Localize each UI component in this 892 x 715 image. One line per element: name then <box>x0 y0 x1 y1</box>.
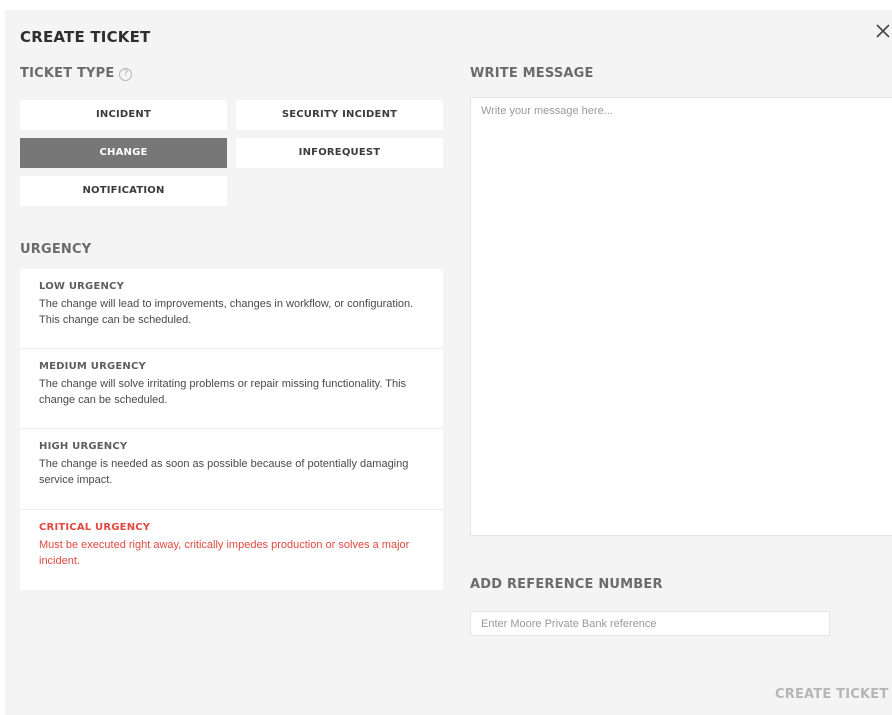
ticket-type-change[interactable]: CHANGE <box>20 138 227 168</box>
ticket-type-heading: TICKET TYPE? <box>20 66 133 81</box>
urgency-heading: URGENCY <box>20 242 92 257</box>
urgency-description: The change is needed as soon as possible… <box>39 458 409 486</box>
urgency-option-critical[interactable]: CRITICAL URGENCY Must be executed right … <box>20 510 443 590</box>
urgency-description: The change will solve irritating problem… <box>39 378 407 406</box>
reference-input[interactable] <box>470 611 830 636</box>
urgency-option-low[interactable]: LOW URGENCY The change will lead to impr… <box>20 269 443 349</box>
urgency-title: HIGH URGENCY <box>39 441 128 452</box>
urgency-option-medium[interactable]: MEDIUM URGENCY The change will solve irr… <box>20 349 443 429</box>
create-ticket-button[interactable]: CREATE TICKET <box>775 687 892 711</box>
create-ticket-modal: CREATE TICKET TICKET TYPE? INCIDENT SECU… <box>5 10 892 715</box>
ticket-type-notification[interactable]: NOTIFICATION <box>20 176 227 206</box>
close-icon[interactable] <box>874 22 892 40</box>
urgency-description: The change will lead to improvements, ch… <box>39 298 414 326</box>
message-textarea[interactable] <box>470 97 892 536</box>
ticket-type-inforequest[interactable]: INFOREQUEST <box>236 138 443 168</box>
modal-title: CREATE TICKET <box>20 28 151 46</box>
urgency-title: CRITICAL URGENCY <box>39 522 151 533</box>
help-circle-icon[interactable]: ? <box>119 68 133 81</box>
urgency-option-high[interactable]: HIGH URGENCY The change is needed as soo… <box>20 429 443 510</box>
urgency-title: MEDIUM URGENCY <box>39 361 146 372</box>
urgency-description: Must be executed right away, critically … <box>39 539 410 567</box>
ticket-type-incident[interactable]: INCIDENT <box>20 100 227 130</box>
reference-heading: ADD REFERENCE NUMBER <box>470 577 663 592</box>
write-message-heading: WRITE MESSAGE <box>470 66 594 81</box>
urgency-title: LOW URGENCY <box>39 281 125 292</box>
urgency-list: LOW URGENCY The change will lead to impr… <box>20 269 443 590</box>
ticket-type-security-incident[interactable]: SECURITY INCIDENT <box>236 100 443 130</box>
ticket-type-heading-label: TICKET TYPE <box>20 66 115 81</box>
